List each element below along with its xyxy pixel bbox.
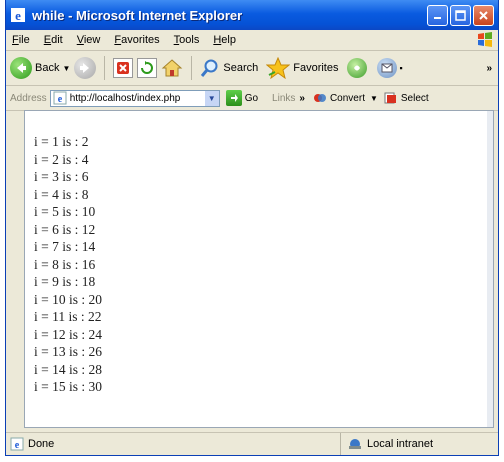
search-icon [201, 59, 218, 77]
menu-favorites[interactable]: Favorites [114, 34, 159, 46]
select-button[interactable]: Select [384, 91, 429, 105]
go-label: Go [244, 92, 259, 104]
back-arrow-icon [10, 57, 32, 79]
mail-button[interactable]: ▪ [376, 58, 403, 78]
menu-bar: File Edit View Favorites Tools Help [6, 30, 498, 51]
security-zone: Local intranet [340, 433, 433, 455]
media-button[interactable] [346, 58, 367, 78]
output-line: i = 7 is : 14 [34, 239, 96, 254]
menu-file[interactable]: File [12, 34, 30, 46]
toolbar-separator [191, 56, 193, 80]
output-line: i = 3 is : 6 [34, 169, 89, 184]
refresh-icon [137, 58, 158, 78]
svg-text:e: e [15, 440, 20, 451]
address-dropdown-icon[interactable]: ▼ [204, 90, 219, 106]
output-list: i = 1 is : 2 i = 2 is : 4 i = 3 is : 6 i… [34, 133, 102, 396]
output-line: i = 5 is : 10 [34, 204, 96, 219]
page-status-icon: e [10, 437, 24, 451]
output-line: i = 12 is : 24 [34, 326, 102, 342]
windows-logo-icon [476, 31, 494, 49]
links-chevron-icon[interactable]: » [299, 93, 305, 104]
minimize-button[interactable] [427, 4, 448, 26]
select-icon [384, 92, 396, 104]
intranet-icon [349, 439, 361, 449]
mail-icon [376, 58, 397, 78]
page-content: i = 1 is : 2 i = 2 is : 4 i = 3 is : 6 i… [24, 110, 494, 428]
svg-text:e: e [57, 94, 62, 105]
convert-label: Convert [329, 92, 365, 104]
output-line: i = 9 is : 18 [34, 274, 96, 289]
address-bar: Address e http://localhost/index.php ▼ G… [6, 86, 498, 111]
window-title: while - Microsoft Internet Explorer [32, 7, 243, 23]
home-icon [162, 59, 183, 77]
status-bar: e Done Local intranet [6, 432, 498, 455]
refresh-button[interactable] [137, 58, 158, 78]
back-dropdown-icon[interactable]: ▼ [62, 64, 70, 73]
svg-text:e: e [15, 8, 21, 23]
maximize-button[interactable] [450, 4, 471, 26]
media-icon [346, 58, 367, 78]
address-url: http://localhost/index.php [69, 92, 181, 104]
go-button[interactable]: Go [225, 90, 259, 106]
standard-toolbar: Back ▼ Search Favorites ▪ » [6, 51, 498, 86]
zone-text: Local intranet [367, 438, 434, 450]
search-label: Search [223, 62, 259, 74]
toolbar-chevron-icon[interactable]: » [486, 63, 492, 74]
menu-edit[interactable]: Edit [44, 34, 63, 46]
search-button[interactable]: Search [200, 58, 258, 78]
close-button[interactable] [473, 4, 494, 26]
ie-icon: e [10, 7, 26, 23]
menu-tools[interactable]: Tools [174, 34, 200, 46]
links-button[interactable]: Links [272, 93, 295, 104]
select-label: Select [400, 92, 429, 104]
favorites-label: Favorites [293, 62, 339, 74]
address-label: Address [10, 92, 47, 104]
output-line: i = 2 is : 4 [34, 151, 89, 167]
back-button[interactable]: Back ▼ [10, 57, 70, 79]
output-line: i = 8 is : 16 [34, 256, 96, 272]
back-label: Back [35, 62, 60, 74]
stop-icon [113, 58, 134, 78]
output-line: i = 11 is : 22 [34, 309, 102, 324]
go-arrow-icon [225, 90, 242, 106]
toolbar-separator [104, 56, 106, 80]
output-line: i = 4 is : 8 [34, 186, 89, 202]
favorites-button[interactable]: Favorites [266, 57, 339, 79]
address-input[interactable]: e http://localhost/index.php ▼ [49, 89, 220, 107]
home-button[interactable] [161, 58, 183, 78]
forward-button[interactable] [74, 57, 97, 79]
convert-dropdown-icon[interactable]: ▼ [370, 94, 378, 103]
status-done: e Done [6, 437, 340, 451]
title-bar[interactable]: e while - Microsoft Internet Explorer [6, 0, 498, 30]
browser-window: e while - Microsoft Internet Explorer Fi… [5, 0, 499, 456]
menu-view[interactable]: View [77, 34, 101, 46]
output-line: i = 13 is : 26 [34, 344, 102, 359]
favorites-star-icon [266, 57, 291, 79]
page-icon: e [53, 91, 67, 105]
stop-button[interactable] [113, 58, 134, 78]
convert-icon [313, 94, 326, 102]
output-line: i = 10 is : 20 [34, 291, 102, 307]
output-line: i = 14 is : 28 [34, 361, 102, 377]
status-text: Done [28, 438, 55, 450]
vertical-scrollbar[interactable] [487, 111, 493, 427]
forward-arrow-icon [74, 57, 97, 79]
output-line: i = 6 is : 12 [34, 221, 96, 237]
output-line: i = 1 is : 2 [34, 134, 89, 149]
output-line: i = 15 is : 30 [34, 379, 102, 394]
mail-dropdown-icon[interactable]: ▪ [400, 63, 403, 73]
menu-help[interactable]: Help [213, 34, 236, 46]
convert-button[interactable]: Convert ▼ [313, 91, 378, 105]
